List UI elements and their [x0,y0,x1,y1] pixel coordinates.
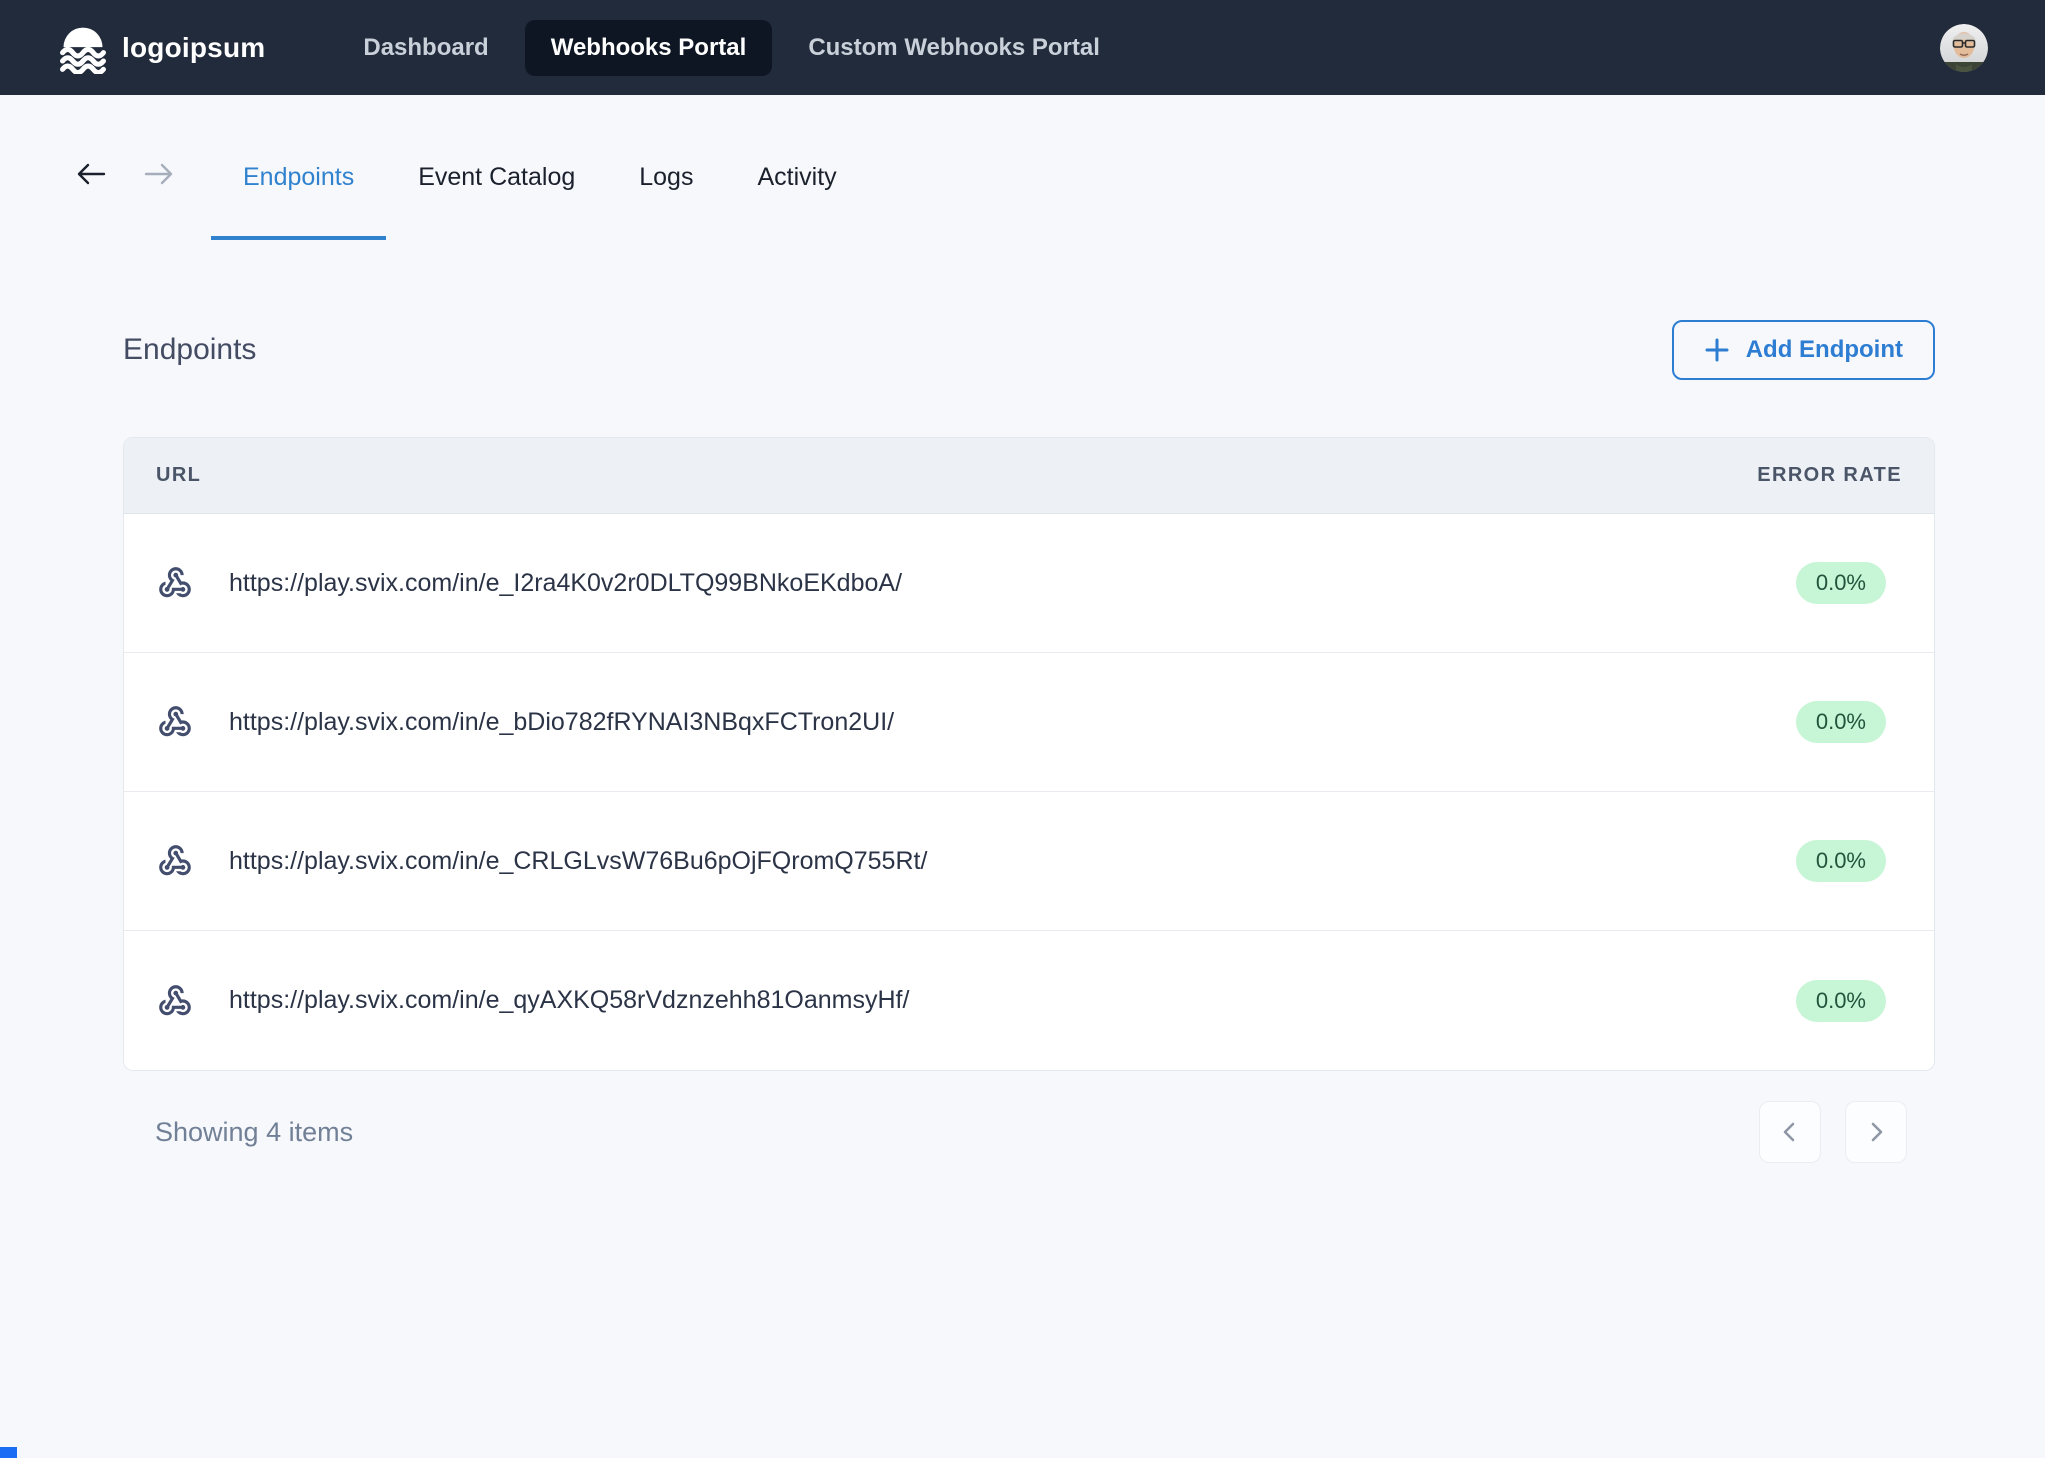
table-footer: Showing 4 items [123,1101,1935,1163]
column-header-error-rate: ERROR RATE [1757,464,1902,487]
app-logo: logoipsum [57,22,265,74]
webhook-icon [156,842,194,880]
user-avatar[interactable] [1940,24,1988,72]
add-endpoint-label: Add Endpoint [1746,336,1903,364]
screen-corner-artifact [0,1447,17,1458]
tab-event-catalog[interactable]: Event Catalog [386,151,607,240]
top-navbar: logoipsum Dashboard Webhooks Portal Cust… [0,0,2045,95]
error-rate-badge: 0.0% [1796,562,1886,604]
endpoint-row[interactable]: https://play.svix.com/in/e_qyAXKQ58rVdzn… [124,931,1934,1070]
history-back-button[interactable] [75,161,107,187]
endpoint-url: https://play.svix.com/in/e_I2ra4K0v2r0DL… [229,569,1796,598]
items-count-summary: Showing 4 items [155,1117,353,1148]
endpoint-url: https://play.svix.com/in/e_CRLGLvsW76Bu6… [229,847,1796,876]
page-title: Endpoints [123,333,256,367]
tab-endpoints[interactable]: Endpoints [211,151,386,240]
history-forward-button[interactable] [143,161,175,187]
endpoint-row[interactable]: https://play.svix.com/in/e_CRLGLvsW76Bu6… [124,792,1934,931]
error-rate-badge: 0.0% [1796,980,1886,1022]
endpoints-table: URL ERROR RATE https://play.svix.com/in/… [123,437,1935,1071]
primary-nav: Dashboard Webhooks Portal Custom Webhook… [337,20,1126,76]
webhook-icon [156,703,194,741]
endpoint-url: https://play.svix.com/in/e_qyAXKQ58rVdzn… [229,986,1796,1015]
column-header-url: URL [156,464,201,487]
nav-item-dashboard[interactable]: Dashboard [337,20,514,76]
previous-page-button[interactable] [1759,1101,1821,1163]
chevron-left-icon [1778,1120,1802,1144]
chevron-right-icon [1864,1120,1888,1144]
nav-item-webhooks-portal[interactable]: Webhooks Portal [525,20,773,76]
nav-item-custom-webhooks-portal[interactable]: Custom Webhooks Portal [782,20,1126,76]
tab-logs[interactable]: Logs [607,151,725,240]
error-rate-badge: 0.0% [1796,701,1886,743]
error-rate-badge: 0.0% [1796,840,1886,882]
tab-activity[interactable]: Activity [725,151,868,240]
portal-tabbar: Endpoints Event Catalog Logs Activity [75,151,2045,240]
logo-text: logoipsum [122,32,265,64]
plus-icon [1704,337,1730,363]
table-header-row: URL ERROR RATE [124,438,1934,514]
webhook-icon [156,564,194,602]
logo-sun-waves-icon [57,22,109,74]
next-page-button[interactable] [1845,1101,1907,1163]
arrow-left-icon [75,175,107,190]
endpoint-row[interactable]: https://play.svix.com/in/e_bDio782fRYNAI… [124,653,1934,792]
add-endpoint-button[interactable]: Add Endpoint [1672,320,1935,380]
endpoints-page: Endpoints Add Endpoint URL ERROR RATE ht… [0,320,2045,1163]
webhook-icon [156,982,194,1020]
endpoint-row[interactable]: https://play.svix.com/in/e_I2ra4K0v2r0DL… [124,514,1934,653]
endpoint-url: https://play.svix.com/in/e_bDio782fRYNAI… [229,708,1796,737]
arrow-right-icon [143,175,175,190]
pagination [1759,1101,1907,1163]
